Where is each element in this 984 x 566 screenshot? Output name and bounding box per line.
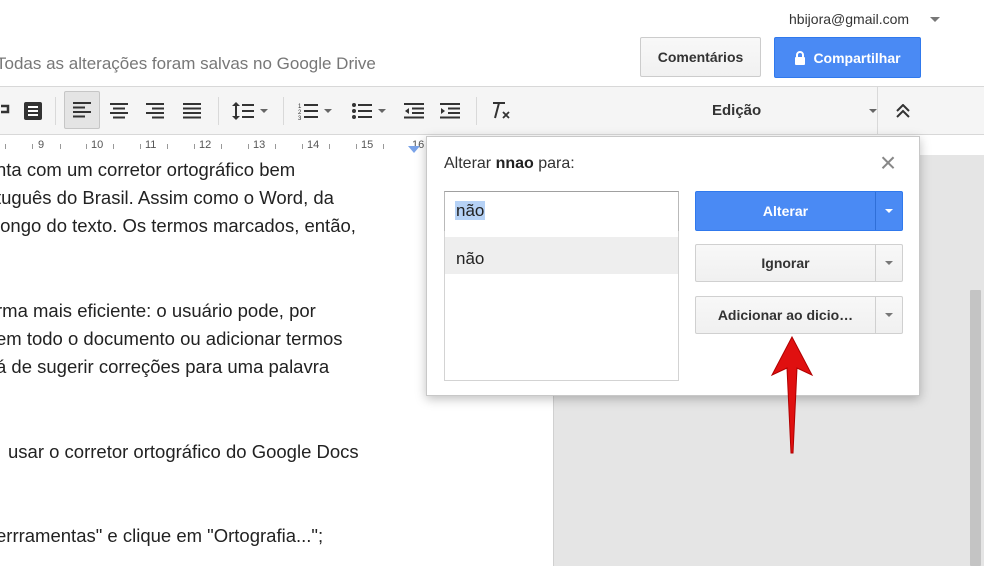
align-justify-icon[interactable]: [177, 87, 207, 134]
suggestion-input[interactable]: não: [444, 191, 679, 232]
decrease-indent-icon[interactable]: [400, 87, 428, 134]
ruler-number: 12: [199, 139, 212, 151]
add-to-dictionary-label: Adicionar ao dicio…: [717, 307, 854, 323]
ignore-button-label: Ignorar: [761, 255, 810, 271]
ignore-options-chevron-down-icon[interactable]: [875, 245, 902, 281]
formatting-toolbar: 123 Edição: [0, 86, 984, 135]
comments-button[interactable]: Comentários: [640, 37, 761, 77]
account-chevron-down-icon[interactable]: [930, 17, 940, 22]
lock-icon: [795, 50, 806, 65]
numbered-list-icon[interactable]: 123: [292, 87, 338, 134]
dialog-title: Alterar nnao para:: [444, 155, 575, 173]
document-line: longo do texto. Os termos marcados, entã…: [0, 215, 356, 236]
svg-text:3: 3: [298, 116, 302, 120]
document-line: em todo o documento ou adicionar termos: [0, 328, 343, 349]
document-line: nta com um corretor ortográfico bem: [0, 159, 296, 180]
document-line: usar o corretor ortográfico do Google Do…: [8, 441, 359, 462]
suggestion-input-value: não: [455, 201, 486, 220]
ruler-number: 9: [38, 139, 45, 151]
add-to-dictionary-button[interactable]: Adicionar ao dicio…: [695, 296, 903, 334]
paint-format-icon[interactable]: [0, 87, 12, 134]
align-center-icon[interactable]: [104, 87, 134, 134]
clear-formatting-icon[interactable]: [486, 87, 516, 134]
share-button[interactable]: Compartilhar: [774, 37, 921, 78]
document-line: errramentas" e clique em "Ortografia..."…: [0, 525, 324, 546]
red-arrow-annotation-icon: [770, 335, 814, 454]
suggestion-item[interactable]: não: [445, 237, 678, 274]
change-options-chevron-down-icon[interactable]: [875, 192, 902, 230]
scrollbar[interactable]: [970, 290, 981, 566]
document-line: á de sugerir correções para uma palavra: [0, 356, 330, 377]
document-line: rma mais eficiente: o usuário pode, por: [0, 300, 316, 321]
suggestion-list[interactable]: não: [444, 231, 679, 381]
dialog-title-prefix: Alterar: [444, 155, 492, 172]
bulleted-list-icon[interactable]: [346, 87, 392, 134]
change-button-label: Alterar: [762, 203, 809, 219]
misspelled-word: nnao: [495, 155, 534, 172]
user-email[interactable]: hbijora@gmail.com: [789, 11, 909, 27]
align-right-icon[interactable]: [140, 87, 170, 134]
ruler: 9 10 11 12 13 14 15 16: [0, 136, 430, 156]
ignore-button[interactable]: Ignorar: [695, 244, 903, 282]
increase-indent-icon[interactable]: [436, 87, 464, 134]
align-left-icon[interactable]: [64, 91, 100, 129]
indent-marker-icon: [408, 146, 420, 153]
line-spacing-icon[interactable]: [226, 87, 274, 134]
dialog-title-suffix: para:: [538, 155, 575, 172]
add-options-chevron-down-icon[interactable]: [875, 297, 902, 333]
ruler-number: 14: [307, 139, 320, 151]
style-icon[interactable]: [18, 87, 48, 134]
editing-mode-label: Edição: [712, 102, 762, 119]
ruler-number: 11: [145, 139, 157, 151]
save-status: Todas as alterações foram salvas no Goog…: [0, 54, 376, 73]
document-line: tuguês do Brasil. Assim como o Word, da: [0, 187, 334, 208]
ruler-number: 10: [91, 139, 104, 151]
ruler-number: 15: [361, 139, 374, 151]
ruler-number: 13: [253, 139, 266, 151]
close-icon[interactable]: ×: [876, 149, 900, 177]
spellcheck-dialog: Alterar nnao para: × não não Alterar Ign…: [426, 136, 920, 396]
share-label: Compartilhar: [813, 49, 901, 66]
change-button[interactable]: Alterar: [695, 191, 903, 231]
editing-mode-dropdown[interactable]: Edição: [700, 87, 878, 134]
collapse-icon[interactable]: [886, 87, 920, 134]
